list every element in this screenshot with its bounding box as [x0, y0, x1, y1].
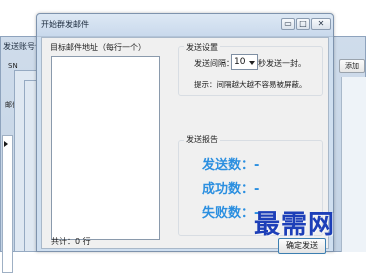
chevron-down-icon — [249, 61, 255, 65]
left-list-panel[interactable] — [2, 135, 13, 273]
close-button[interactable]: ✕ — [311, 18, 331, 30]
tip-text: 提示：间隔越大越不容易被屏蔽。 — [194, 80, 307, 89]
send-interval-select[interactable]: 10 — [231, 54, 258, 70]
send-report-title: 发送报告 — [184, 134, 220, 145]
send-settings-title: 发送设置 — [184, 42, 220, 53]
add-button[interactable]: 添加 — [339, 59, 365, 73]
sender-label: SN — [8, 62, 18, 70]
total-lines-label: 共计：0 行 — [51, 237, 91, 246]
dialog-titlebar[interactable]: 开始群发邮件 ▭ □ ✕ — [37, 14, 333, 37]
watermark-logo: 最需网 — [254, 210, 336, 240]
send-interval-label: 发送间隔： — [194, 59, 234, 68]
sent-count: 发送数：- — [202, 158, 260, 173]
row-pointer-icon — [4, 141, 8, 147]
fail-count: 失败数：- — [202, 206, 260, 221]
send-interval-value: 10 — [234, 57, 246, 67]
minimize-button[interactable]: ▭ — [281, 18, 295, 30]
target-address-label: 目标邮件地址（每行一个） — [50, 43, 146, 52]
send-interval-suffix: 秒发送一封。 — [258, 59, 306, 68]
success-count: 成功数：- — [202, 182, 260, 197]
background-scrollbar[interactable] — [341, 77, 366, 252]
target-address-textarea[interactable] — [51, 56, 160, 240]
maximize-button[interactable]: □ — [296, 18, 310, 30]
dialog-title: 开始群发邮件 — [41, 20, 89, 29]
